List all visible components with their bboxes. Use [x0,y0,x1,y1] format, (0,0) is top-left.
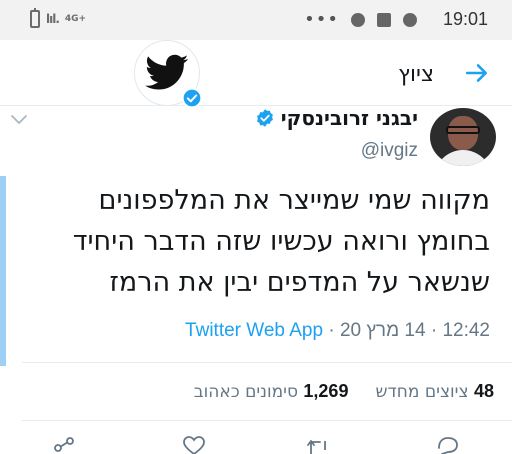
signal-icon: lıl. [46,12,60,26]
app-header: ציוץ [0,40,512,106]
tweet-text: מקווה שמי שמייצר את המלפפונים בחומץ ורוא… [20,180,490,303]
image-icon [376,12,391,27]
author-name-row[interactable]: יבגני זרובינסקי [255,106,418,130]
tweet-date: 14 מרץ 20 [339,320,426,341]
meta-separator: · [328,320,335,341]
overflow-dots: ••• [304,9,339,30]
tweet-meta: 12:42 · 14 מרץ 20 · Twitter Web App [185,320,490,342]
page-title: ציוץ [398,62,434,87]
arrow-right-icon[interactable] [464,60,490,86]
status-right: ••• 19:01 [304,9,488,30]
network-type: 4G+ [64,13,87,24]
tweet-source-link[interactable]: Twitter Web App [185,320,323,341]
status-bar: lıl. 4G+ ••• 19:01 [0,0,512,40]
divider [22,362,512,363]
like-icon[interactable] [182,436,206,454]
status-time: 19:01 [442,9,488,29]
thread-accent-bar [0,176,6,366]
verified-badge-icon [182,88,202,108]
tweet-stats: 48 ציוצים מחדש 1,269 סימונים כאהוב [194,381,494,402]
avatar[interactable] [430,108,496,166]
tweet-text-line: בחומץ ורואה עכשיו שזה הדבר היחיד [72,226,490,257]
likes-label[interactable]: סימונים כאהוב [194,382,298,402]
battery-icon [30,8,40,28]
reply-icon[interactable] [436,436,460,454]
likes-count[interactable]: 1,269 [303,381,348,401]
avatar-shirt [434,150,492,166]
author-display-name[interactable]: יבגני זרובינסקי [281,106,418,130]
retweets-label[interactable]: ציוצים מחדש [375,382,468,402]
tweet-actions [0,436,512,454]
tweet-text-line: שנשאר על המדפים יבין את הרמז [109,267,490,298]
divider [22,420,512,421]
status-left: lıl. 4G+ [30,8,87,28]
retweets-count[interactable]: 48 [474,381,494,401]
tweet-text-line: מקווה שמי שמייצר את המלפפונים [98,185,490,216]
verified-badge-icon [256,109,273,127]
meta-separator: · [430,320,438,341]
author-handle[interactable]: @ivgiz [361,140,418,162]
tweet-time: 12:42 [442,320,490,341]
avatar-glasses [446,126,480,134]
share-icon[interactable] [52,436,76,454]
chrome-icon [402,12,417,27]
retweet-icon[interactable] [306,436,330,454]
chevron-down-icon[interactable] [10,112,28,126]
chrome-icon [350,12,365,27]
